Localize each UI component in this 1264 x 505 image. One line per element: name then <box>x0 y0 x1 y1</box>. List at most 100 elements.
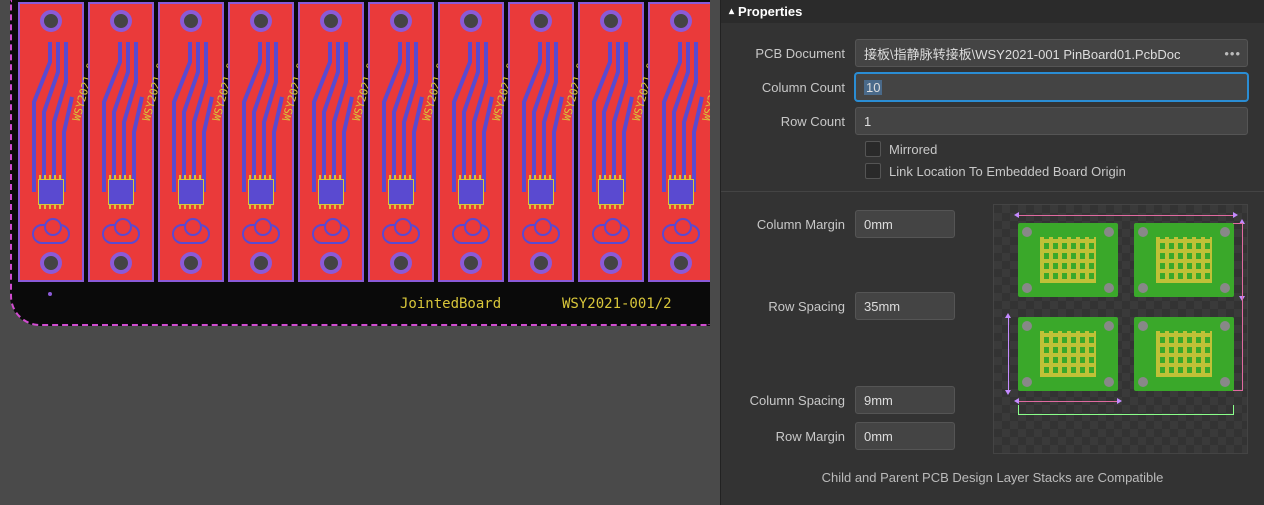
mounting-hole <box>180 252 202 274</box>
traces-icon <box>306 42 356 192</box>
pcb-tile[interactable]: WSY2021-001 <box>438 2 504 282</box>
column-margin-field[interactable]: 0mm <box>855 210 955 238</box>
ic-footprint <box>668 179 694 205</box>
ic-footprint <box>598 179 624 205</box>
mounting-hole <box>600 10 622 32</box>
traces-icon <box>586 42 636 192</box>
mounting-hole <box>600 252 622 274</box>
ic-footprint <box>458 179 484 205</box>
row-bracket <box>1233 223 1243 391</box>
row-margin-label: Row Margin <box>737 429 845 444</box>
traces-icon <box>26 42 76 192</box>
logo-icon <box>312 224 350 244</box>
origin-marker <box>48 292 52 296</box>
ellipsis-icon[interactable]: ••• <box>1224 46 1241 61</box>
ic-footprint <box>178 179 204 205</box>
row-spacing-label: Row Spacing <box>737 299 845 314</box>
row-margin-field[interactable]: 0mm <box>855 422 955 450</box>
diagram-pcb-tl <box>1018 223 1118 297</box>
ic-footprint <box>248 179 274 205</box>
mounting-hole <box>390 10 412 32</box>
diagram-pcb-bl <box>1018 317 1118 391</box>
traces-icon <box>516 42 566 192</box>
traces-icon <box>656 42 706 192</box>
mounting-hole <box>530 252 552 274</box>
board-outline: WSY2021-001WSY2021-001WSY2021-001WSY2021… <box>10 0 710 326</box>
logo-icon <box>452 224 490 244</box>
logo-icon <box>662 224 700 244</box>
row-count-label: Row Count <box>737 114 845 129</box>
collapse-icon: ▴ <box>729 6 734 17</box>
pcb-tile[interactable]: WSY2021-001 <box>228 2 294 282</box>
column-spacing-label: Column Spacing <box>737 393 845 408</box>
mounting-hole <box>670 10 692 32</box>
compat-text: Child and Parent PCB Design Layer Stacks… <box>737 470 1248 485</box>
logo-icon <box>592 224 630 244</box>
ic-footprint <box>318 179 344 205</box>
mounting-hole <box>320 252 342 274</box>
mounting-hole <box>40 252 62 274</box>
pcb-tile[interactable]: WSY2021-001 <box>298 2 364 282</box>
column-count-field[interactable]: 10 <box>855 73 1248 101</box>
pcb-tile[interactable]: WSY2021-001 <box>508 2 574 282</box>
properties-panel: ▴ Properties PCB Document 接板\指静脉转接板\WSY2… <box>720 0 1264 505</box>
bottom-label-rev: WSY2021-001/2 <box>562 296 672 312</box>
mounting-hole <box>320 10 342 32</box>
link-location-checkbox[interactable] <box>865 163 881 179</box>
logo-icon <box>242 224 280 244</box>
row-count-value: 1 <box>864 114 871 129</box>
mounting-hole <box>250 252 272 274</box>
ic-footprint <box>528 179 554 205</box>
diagram-pcb-br <box>1134 317 1234 391</box>
properties-title: Properties <box>738 4 802 19</box>
bottom-label-jointed: JointedBoard <box>400 296 501 312</box>
pcb-tile[interactable]: WSY2021-001 <box>578 2 644 282</box>
mounting-hole <box>460 10 482 32</box>
diagram-pcb-tr <box>1134 223 1234 297</box>
mounting-hole <box>530 10 552 32</box>
pcb-workspace[interactable]: WSY2021-001WSY2021-001WSY2021-001WSY2021… <box>0 0 720 505</box>
column-margin-label: Column Margin <box>737 217 845 232</box>
row-margin-value: 0mm <box>864 429 893 444</box>
mounting-hole <box>250 10 272 32</box>
mounting-hole <box>460 252 482 274</box>
pcb-tile[interactable]: WSY2021-001 <box>18 2 84 282</box>
column-count-value: 10 <box>864 80 882 95</box>
mirrored-checkbox[interactable] <box>865 141 881 157</box>
column-margin-arrow <box>1018 215 1234 216</box>
bottom-silk-strip: JointedBoard WSY2021-001/2 <box>12 284 710 324</box>
row-spacing-field[interactable]: 35mm <box>855 292 955 320</box>
ic-footprint <box>108 179 134 205</box>
traces-icon <box>96 42 146 192</box>
column-margin-value: 0mm <box>864 217 893 232</box>
pcb-tile[interactable]: WSY2021-001 <box>158 2 224 282</box>
column-spacing-value: 9mm <box>864 393 893 408</box>
mounting-hole <box>670 252 692 274</box>
mirrored-label: Mirrored <box>889 142 937 157</box>
logo-icon <box>522 224 560 244</box>
column-spacing-field[interactable]: 9mm <box>855 386 955 414</box>
pcb-doc-label: PCB Document <box>737 46 845 61</box>
mounting-hole <box>110 252 132 274</box>
mounting-hole <box>390 252 412 274</box>
pcb-doc-field[interactable]: 接板\指静脉转接板\WSY2021-001 PinBoard01.PcbDoc … <box>855 39 1248 67</box>
row-count-field[interactable]: 1 <box>855 107 1248 135</box>
logo-icon <box>32 224 70 244</box>
properties-header[interactable]: ▴ Properties <box>721 0 1264 23</box>
ic-footprint <box>388 179 414 205</box>
pcb-tile[interactable]: WSY2021-001 <box>88 2 154 282</box>
pcb-doc-value: 接板\指静脉转接板\WSY2021-001 PinBoard01.PcbDoc <box>864 44 1180 63</box>
row-margin-bracket <box>1018 405 1234 415</box>
row-spacing-arrow-b <box>1008 317 1009 391</box>
mounting-hole <box>110 10 132 32</box>
ic-footprint <box>38 179 64 205</box>
traces-icon <box>446 42 496 192</box>
pcb-tile[interactable]: WSY2021-001 <box>648 2 710 282</box>
mounting-hole <box>180 10 202 32</box>
link-location-label: Link Location To Embedded Board Origin <box>889 164 1126 179</box>
traces-icon <box>236 42 286 192</box>
row-spacing-value: 35mm <box>864 299 900 314</box>
spacing-diagram <box>993 204 1248 454</box>
pcb-tile[interactable]: WSY2021-001 <box>368 2 434 282</box>
pcb-panel-row: WSY2021-001WSY2021-001WSY2021-001WSY2021… <box>12 0 710 284</box>
